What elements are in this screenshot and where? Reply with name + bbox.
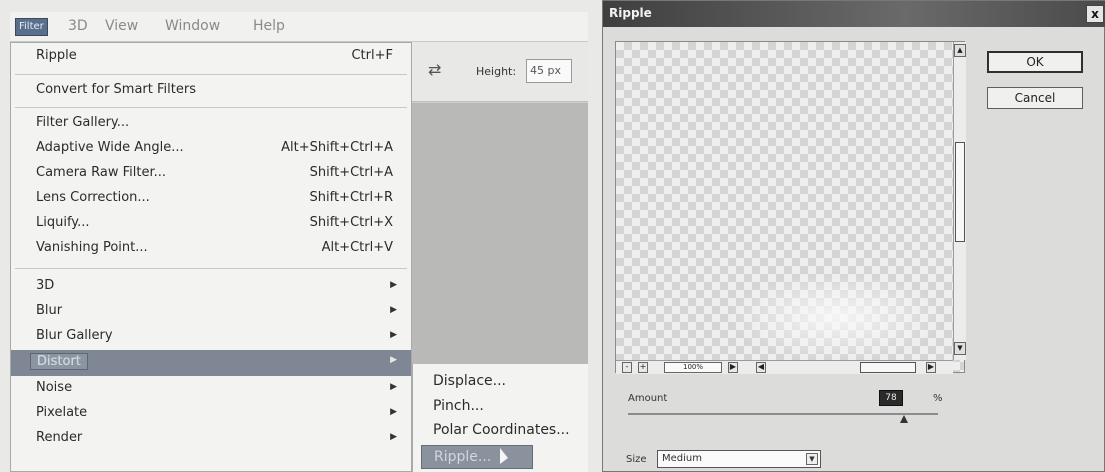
- menu-3d[interactable]: 3D: [68, 18, 88, 34]
- submenu-arrow-icon: ▶: [390, 305, 397, 315]
- menu-item-camera-raw-filter[interactable]: Camera Raw Filter... Shift+Ctrl+A: [11, 162, 411, 186]
- swap-arrows-icon[interactable]: ⇄: [428, 60, 441, 79]
- ripple-dialog: Ripple x ▲ ▼ - + 100% ▶ ◀ ▶ OK Cancel Am…: [602, 0, 1105, 472]
- options-bar: ⇄ Height: 45 px: [410, 42, 588, 102]
- scroll-right-end-icon[interactable]: ▶: [926, 362, 936, 373]
- height-label: Height:: [476, 65, 517, 78]
- height-input[interactable]: 45 px: [526, 59, 572, 83]
- menu-item-label: Blur Gallery: [36, 328, 113, 343]
- vertical-scroll-thumb[interactable]: [955, 142, 965, 242]
- menu-view[interactable]: View: [105, 18, 138, 34]
- submenu-item-displace[interactable]: Displace...: [433, 373, 506, 389]
- menu-item-shortcut: Ctrl+F: [351, 48, 393, 63]
- menu-item-shortcut: Alt+Ctrl+V: [321, 240, 393, 255]
- size-select-value: Medium: [662, 453, 702, 464]
- amount-unit: %: [933, 393, 943, 404]
- zoom-level: 100%: [664, 362, 722, 373]
- vertical-scrollbar[interactable]: ▲ ▼: [953, 42, 966, 360]
- menu-window[interactable]: Window: [165, 18, 220, 34]
- submenu-arrow-icon: ▶: [390, 432, 397, 442]
- menu-item-label: 3D: [36, 278, 55, 293]
- menu-item-convert-smart-filters[interactable]: Convert for Smart Filters: [11, 79, 411, 103]
- menu-item-label: Ripple: [36, 48, 77, 63]
- menu-item-3d[interactable]: 3D ▶: [11, 275, 411, 299]
- dialog-titlebar[interactable]: Ripple x: [603, 1, 1105, 27]
- size-label: Size: [626, 454, 647, 465]
- menu-item-render[interactable]: Render ▶: [11, 427, 411, 451]
- menu-item-label: Render: [36, 430, 83, 445]
- menu-item-liquify[interactable]: Liquify... Shift+Ctrl+X: [11, 212, 411, 236]
- close-icon[interactable]: x: [1086, 5, 1104, 23]
- menu-item-label: Lens Correction...: [36, 190, 150, 205]
- menu-item-shortcut: Shift+Ctrl+R: [309, 190, 394, 205]
- menu-item-vanishing-point[interactable]: Vanishing Point... Alt+Ctrl+V: [11, 237, 411, 261]
- menu-item-label-text: Distort: [30, 353, 88, 370]
- submenu-item-ripple[interactable]: Ripple...: [421, 445, 533, 469]
- menu-item-last-filter-ripple[interactable]: Ripple Ctrl+F: [11, 45, 411, 69]
- menu-item-label: Liquify...: [36, 215, 90, 230]
- submenu-item-pinch[interactable]: Pinch...: [433, 398, 484, 414]
- horizontal-scrollbar[interactable]: - + 100% ▶ ◀ ▶: [616, 360, 953, 374]
- cancel-button[interactable]: Cancel: [987, 87, 1083, 109]
- submenu-arrow-icon: ▶: [390, 330, 397, 340]
- mouse-cursor-icon: [500, 448, 508, 464]
- size-select[interactable]: Medium ▼: [657, 450, 821, 468]
- submenu-item-label: Ripple...: [434, 449, 492, 465]
- menu-item-label: Noise: [36, 380, 73, 395]
- horizontal-scroll-thumb[interactable]: [860, 362, 916, 373]
- submenu-item-polar-coordinates[interactable]: Polar Coordinates...: [433, 422, 570, 438]
- menu-item-shortcut: Shift+Ctrl+A: [309, 165, 393, 180]
- menu-item-label: Adaptive Wide Angle...: [36, 140, 184, 155]
- menu-item-distort[interactable]: Distort ▶: [11, 350, 411, 376]
- submenu-arrow-icon: ▶: [390, 382, 397, 392]
- amount-input[interactable]: 78: [879, 390, 903, 406]
- distort-submenu: Displace... Pinch... Polar Coordinates..…: [412, 364, 588, 472]
- menu-item-shortcut: Shift+Ctrl+X: [309, 215, 393, 230]
- amount-slider-thumb[interactable]: [899, 415, 908, 423]
- zoom-in-button[interactable]: +: [638, 362, 648, 373]
- submenu-arrow-icon: ▶: [390, 355, 397, 365]
- menu-item-filter-gallery[interactable]: Filter Gallery...: [11, 112, 411, 136]
- menu-filter[interactable]: Filter: [15, 18, 48, 36]
- chevron-down-icon[interactable]: ▼: [806, 453, 818, 465]
- menu-item-label: Pixelate: [36, 405, 88, 420]
- scroll-right-icon[interactable]: ▶: [728, 362, 738, 373]
- menu-item-pixelate[interactable]: Pixelate ▶: [11, 402, 411, 426]
- menu-separator: [15, 107, 407, 108]
- menu-item-blur[interactable]: Blur ▶: [11, 300, 411, 324]
- preview-image: [726, 272, 946, 362]
- menu-bar: Filter 3D View Window Help: [10, 12, 588, 42]
- menu-item-label: Distort: [30, 353, 88, 370]
- scroll-left-icon[interactable]: ◀: [756, 362, 766, 373]
- photoshop-window: Filter 3D View Window Help ⇄ Height: 45 …: [10, 12, 588, 472]
- menu-item-adaptive-wide-angle[interactable]: Adaptive Wide Angle... Alt+Shift+Ctrl+A: [11, 137, 411, 161]
- menu-separator: [15, 74, 407, 75]
- menu-separator: [15, 268, 407, 269]
- dialog-title: Ripple: [609, 6, 652, 20]
- menu-help[interactable]: Help: [253, 18, 285, 34]
- menu-item-blur-gallery[interactable]: Blur Gallery ▶: [11, 325, 411, 349]
- amount-slider[interactable]: [628, 413, 938, 415]
- ok-button[interactable]: OK: [987, 51, 1083, 73]
- filter-menu: Ripple Ctrl+F Convert for Smart Filters …: [10, 42, 412, 472]
- menu-item-noise[interactable]: Noise ▶: [11, 377, 411, 401]
- filter-preview[interactable]: ▲ ▼ - + 100% ▶ ◀ ▶: [615, 41, 966, 374]
- submenu-arrow-icon: ▶: [390, 407, 397, 417]
- menu-item-label: Convert for Smart Filters: [36, 82, 196, 97]
- scroll-down-icon[interactable]: ▼: [954, 342, 966, 355]
- scroll-up-icon[interactable]: ▲: [954, 44, 966, 57]
- zoom-out-button[interactable]: -: [622, 362, 632, 373]
- submenu-arrow-icon: ▶: [390, 280, 397, 290]
- amount-label: Amount: [628, 393, 668, 404]
- menu-item-lens-correction[interactable]: Lens Correction... Shift+Ctrl+R: [11, 187, 411, 211]
- menu-item-label: Filter Gallery...: [36, 115, 130, 130]
- menu-item-label: Camera Raw Filter...: [36, 165, 167, 180]
- menu-item-label: Blur: [36, 303, 63, 318]
- menu-item-label: Vanishing Point...: [36, 240, 148, 255]
- menu-item-shortcut: Alt+Shift+Ctrl+A: [281, 140, 393, 155]
